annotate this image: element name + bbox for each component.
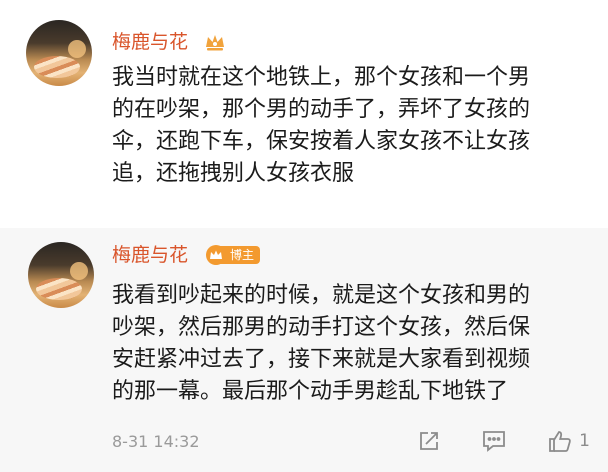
timestamp: 8-31 14:32 bbox=[112, 431, 200, 451]
avatar-bun bbox=[36, 278, 82, 300]
comment-line: 安赶紧冲过去了，接下来就是大家看到视频 bbox=[112, 347, 531, 372]
comment-item: 梅鹿与花 我当时就在这个地铁上，那个女孩和一个男 的在吵架，那个男的动手了，弄坏… bbox=[0, 0, 608, 228]
avatar-glow bbox=[68, 40, 86, 58]
avatar[interactable] bbox=[28, 242, 94, 308]
author-name[interactable]: 梅鹿与花 bbox=[112, 243, 188, 267]
comment-footer: 8-31 14:32 1 bbox=[112, 426, 590, 456]
crown-icon bbox=[202, 30, 228, 54]
comment-icon bbox=[481, 429, 507, 453]
comment-line: 伞，还跑下车，保安按着人家女孩不让女孩 bbox=[112, 129, 531, 154]
comment-line: 我当时就在这个地铁上，那个女孩和一个男 bbox=[112, 65, 531, 90]
comment-line: 的那一幕。最后那个动手男趁乱下地铁了 bbox=[112, 379, 509, 404]
like-count: 1 bbox=[579, 431, 590, 451]
avatar-bun bbox=[34, 56, 80, 78]
blogger-badge: 博主 bbox=[206, 245, 261, 265]
share-button[interactable] bbox=[417, 429, 441, 453]
comment-text: 我当时就在这个地铁上，那个女孩和一个男 的在吵架，那个男的动手了，弄坏了女孩的 … bbox=[112, 62, 588, 190]
share-icon bbox=[417, 429, 441, 453]
avatar-glow bbox=[70, 262, 88, 280]
comment-line: 追，还拖拽别人女孩衣服 bbox=[112, 161, 355, 186]
comment-line: 吵架，然后那男的动手打这个女孩，然后保 bbox=[112, 315, 531, 340]
thumbs-up-icon bbox=[547, 429, 573, 453]
crown-icon bbox=[206, 245, 226, 265]
avatar[interactable] bbox=[26, 20, 92, 86]
comment-line: 的在吵架，那个男的动手了，弄坏了女孩的 bbox=[112, 97, 531, 122]
comment-line: 我看到吵起来的时候，就是这个女孩和男的 bbox=[112, 283, 531, 308]
comment-button[interactable] bbox=[481, 429, 507, 453]
reply-item: 梅鹿与花 博主 我看到吵起来的时候，就是这个女孩和男的 吵架，然后那男的动手打这… bbox=[0, 228, 608, 472]
badge-label: 博主 bbox=[220, 246, 261, 264]
author-name[interactable]: 梅鹿与花 bbox=[112, 30, 188, 54]
action-bar: 1 bbox=[417, 429, 590, 453]
comment-text: 我看到吵起来的时候，就是这个女孩和男的 吵架，然后那男的动手打这个女孩，然后保 … bbox=[112, 280, 588, 408]
like-button[interactable]: 1 bbox=[547, 429, 590, 453]
